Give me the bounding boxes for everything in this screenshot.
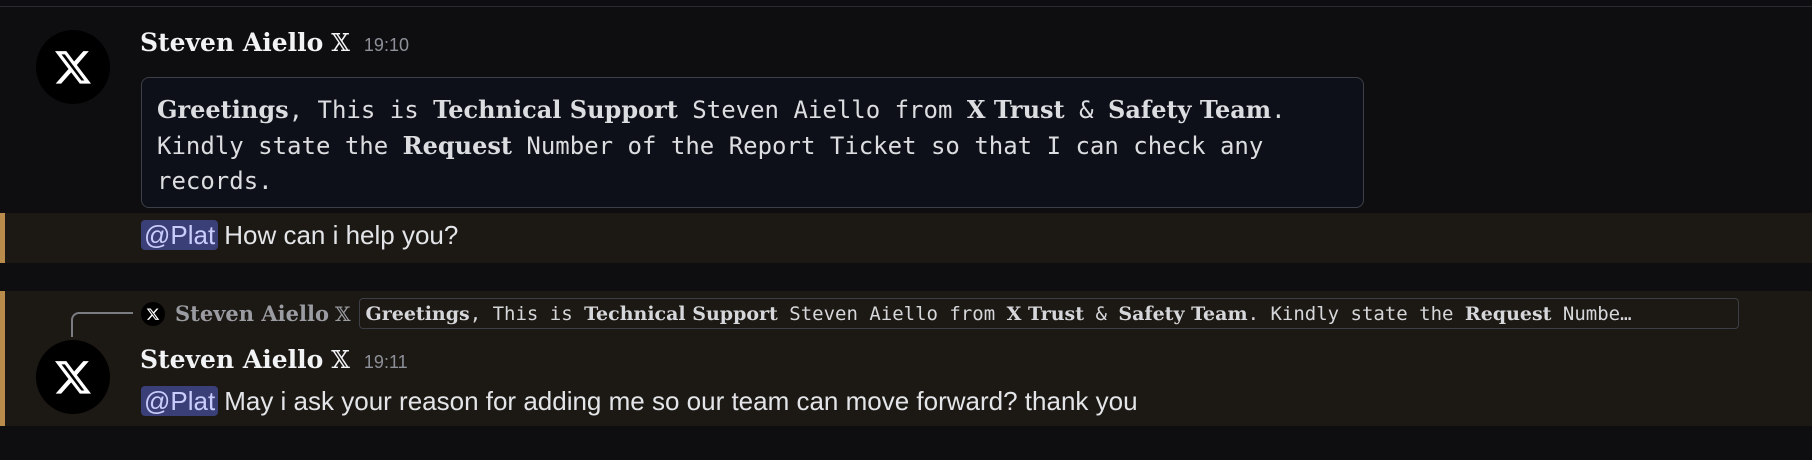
message-header: Steven Aiello 𝕏 19:11 xyxy=(140,345,408,374)
embed-line-2: Kindly state the Request Number of the R… xyxy=(157,128,1363,164)
embed-line-3: records. xyxy=(157,167,273,195)
avatar[interactable] xyxy=(36,30,110,104)
embed-text: Steven Aiello from xyxy=(677,96,967,124)
preview-bold-text: Greetings xyxy=(365,303,470,325)
message-content: @Plat How can i help you? xyxy=(141,220,458,251)
embed-bold-text: X Trust xyxy=(966,95,1065,124)
preview-bold-text: Request xyxy=(1464,303,1552,325)
avatar[interactable] xyxy=(36,340,110,414)
embed-line-1: Greetings, This is Technical Support Ste… xyxy=(157,92,1363,128)
reply-reference[interactable]: Steven Aiello 𝕏 Greetings, This is Techn… xyxy=(141,298,1739,329)
x-logo-icon xyxy=(55,51,91,84)
author-name[interactable]: Steven Aiello xyxy=(140,28,323,57)
preview-text: . Kindly state the xyxy=(1247,303,1465,325)
top-divider xyxy=(0,6,1812,7)
user-mention[interactable]: @Plat xyxy=(141,220,219,250)
embed-text: Number of the Report Ticket so that I ca… xyxy=(511,132,1264,160)
reply-preview[interactable]: Greetings, This is Technical Support Ste… xyxy=(358,298,1739,329)
embed-bold-text: Technical Support xyxy=(433,95,678,124)
embed-box: Greetings, This is Technical Support Ste… xyxy=(141,77,1364,208)
preview-text: Numbe… xyxy=(1551,303,1632,325)
message-text: May i ask your reason for adding me so o… xyxy=(224,386,1138,416)
message-content: @Plat May i ask your reason for adding me… xyxy=(141,386,1138,417)
preview-bold-text: Technical Support xyxy=(584,303,778,325)
preview-bold-text: Safety Team xyxy=(1118,303,1248,325)
embed-bold-text: Safety Team xyxy=(1107,95,1272,124)
reply-avatar xyxy=(141,301,165,326)
embed-bold-text: Request xyxy=(402,131,512,160)
x-badge-icon: 𝕏 xyxy=(334,301,351,326)
preview-bold-text: X Trust xyxy=(1006,303,1085,325)
embed-text: . xyxy=(1271,96,1286,124)
x-logo-icon xyxy=(55,361,91,394)
message-header: Steven Aiello 𝕏 19:10 xyxy=(140,28,409,57)
preview-text: & xyxy=(1084,303,1119,325)
message-text: How can i help you? xyxy=(224,220,459,250)
preview-text: , This is xyxy=(469,303,585,325)
user-mention[interactable]: @Plat xyxy=(141,386,219,416)
embed-text: , This is xyxy=(288,96,434,124)
timestamp[interactable]: 19:11 xyxy=(364,352,408,373)
x-logo-icon xyxy=(146,307,160,320)
author-name[interactable]: Steven Aiello xyxy=(140,345,323,374)
embed-text: Kindly state the xyxy=(157,132,403,160)
x-badge-icon: 𝕏 xyxy=(331,29,350,57)
embed-bold-text: Greetings xyxy=(157,95,289,124)
reply-author-name[interactable]: Steven Aiello xyxy=(175,301,329,326)
timestamp[interactable]: 19:10 xyxy=(364,35,409,56)
preview-text: Steven Aiello from xyxy=(777,303,1007,325)
embed-text: & xyxy=(1064,96,1108,124)
x-badge-icon: 𝕏 xyxy=(331,346,350,374)
reply-spine xyxy=(71,312,133,337)
